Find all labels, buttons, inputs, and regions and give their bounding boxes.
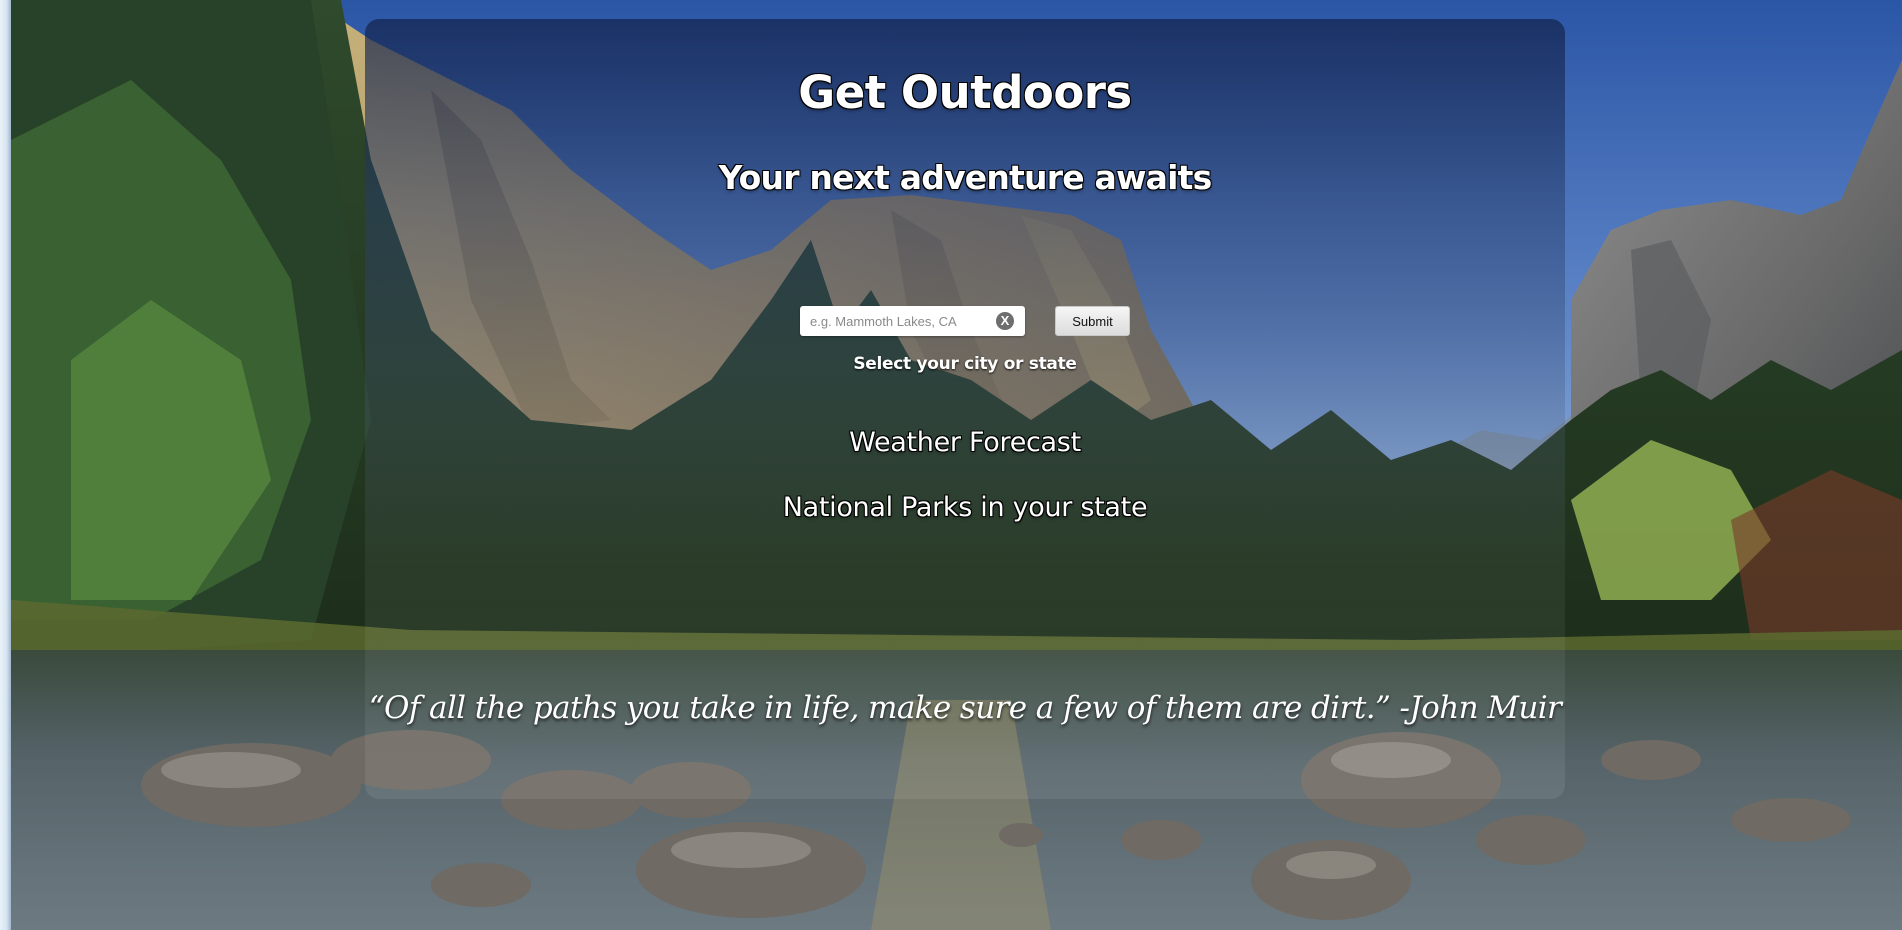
search-box: X [800, 306, 1025, 336]
inspirational-quote: “Of all the paths you take in life, make… [368, 690, 1562, 726]
submit-button[interactable]: Submit [1055, 306, 1130, 336]
national-parks-heading: National Parks in your state [782, 492, 1148, 523]
location-helper-text: Select your city or state [853, 354, 1077, 374]
window-edge [0, 0, 11, 930]
search-input[interactable] [806, 310, 994, 332]
page: Get Outdoors Your next adventure awaits … [0, 0, 1902, 930]
weather-forecast-heading: Weather Forecast [849, 427, 1081, 458]
clear-icon[interactable]: X [996, 312, 1014, 330]
tagline: Your next adventure awaits [718, 158, 1213, 197]
page-title: Get Outdoors [798, 66, 1132, 119]
search-form: X Submit [800, 306, 1150, 336]
content-panel [365, 19, 1565, 799]
